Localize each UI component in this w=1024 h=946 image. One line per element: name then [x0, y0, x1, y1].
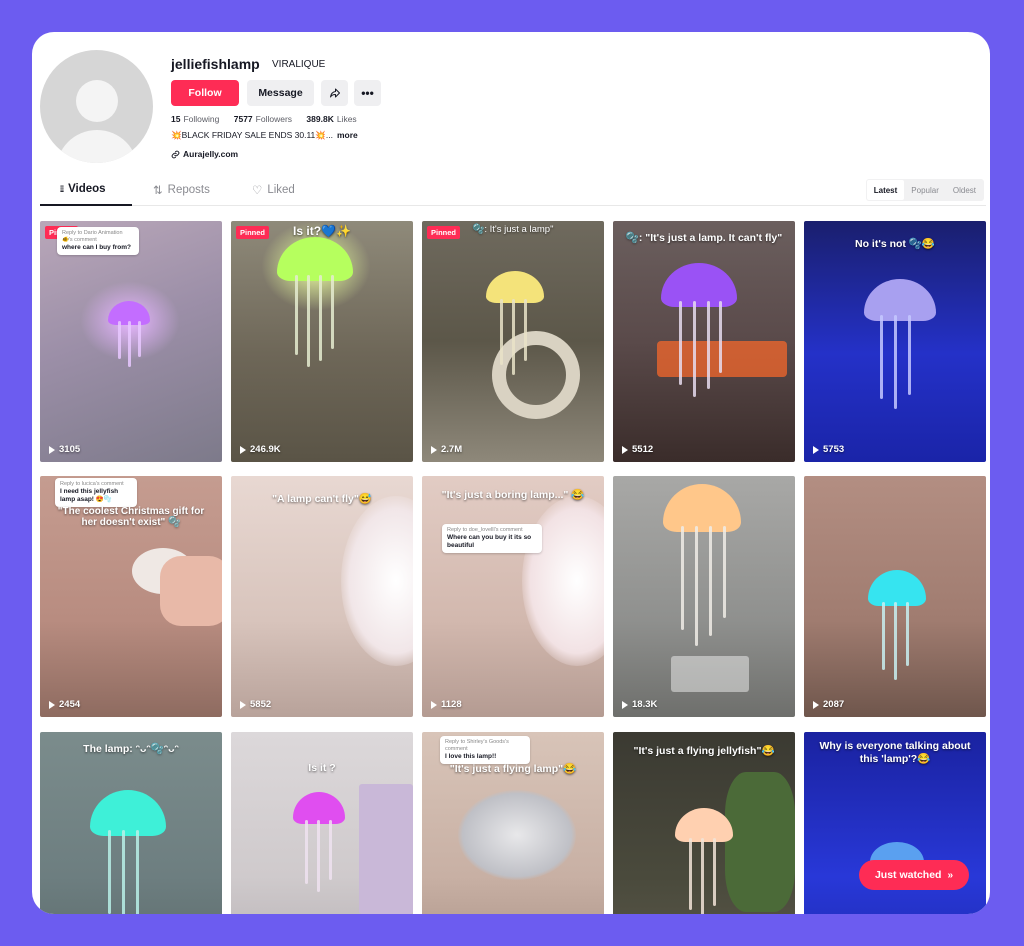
link-icon [171, 150, 180, 158]
followers-count: 7577 [233, 114, 253, 124]
video-caption: The lamp: ᵔᴗᵔ🫧ᵔᴗᵔ [83, 743, 179, 755]
video-caption: "It's just a flying jellyfish"😂 [633, 745, 775, 757]
bio-more-link[interactable]: more [337, 130, 358, 140]
bio-text: 💥BLACK FRIDAY SALE ENDS 30.11💥... [171, 130, 333, 140]
message-button[interactable]: Message [247, 80, 314, 106]
share-button[interactable] [321, 80, 348, 106]
profile-link-text: Aurajelly.com [183, 149, 239, 159]
heart-icon: ♡ [252, 185, 263, 197]
following-label[interactable]: Following [183, 114, 219, 124]
view-count: 18.3K [622, 699, 657, 710]
just-watched-label: Just watched [874, 869, 942, 881]
video-caption: "The coolest Christmas gift for her does… [57, 506, 205, 528]
more-button[interactable]: ••• [354, 80, 381, 106]
sort-latest[interactable]: Latest [866, 180, 905, 200]
play-icon [431, 700, 437, 709]
likes-count: 389.8K [306, 114, 334, 124]
play-icon [622, 700, 628, 709]
video-caption: "It's just a flying lamp"😂 [449, 763, 577, 775]
bio: 💥BLACK FRIDAY SALE ENDS 30.11💥... more [171, 130, 358, 141]
profile-card: jelliefishlamp VIRALIQUE Follow Message … [32, 32, 990, 914]
play-icon [813, 445, 819, 454]
video-tile[interactable]: Reply to Shirley's Goods's comment I love… [422, 732, 604, 914]
video-tile[interactable]: No it's not 🫧😂 5753 [804, 221, 986, 462]
profile-stats: 15 Following 7577 Followers 389.8K Likes [171, 114, 369, 124]
video-tile[interactable]: Reply to lucica's comment I need this jel… [40, 476, 222, 717]
comment-reply-sticker: Reply to Shirley's Goods's comment I love… [440, 736, 530, 764]
view-count: 1128 [431, 699, 462, 710]
tab-reposts[interactable]: ⇅ Reposts [153, 183, 210, 197]
view-count: 246.9K [240, 444, 281, 455]
share-icon [329, 88, 340, 98]
video-tile[interactable]: Is it ? [231, 732, 413, 914]
likes-label: Likes [336, 114, 357, 124]
video-tile[interactable]: 18.3K [613, 476, 795, 717]
view-count: 2087 [813, 699, 844, 710]
video-caption: "It's just a boring lamp..." 😂 [441, 489, 585, 501]
tab-videos-label: Videos [68, 183, 106, 195]
sort-oldest[interactable]: Oldest [946, 180, 983, 200]
video-caption: No it's not 🫧😂 [855, 238, 935, 250]
just-watched-button[interactable]: Just watched » [859, 860, 969, 890]
view-count: 5753 [813, 444, 844, 455]
nickname: VIRALIQUE [272, 59, 326, 70]
play-icon [431, 445, 437, 454]
follow-button[interactable]: Follow [171, 80, 239, 106]
sort-toggle: Latest Popular Oldest [865, 179, 984, 201]
tab-videos[interactable]: ⦙⦙⦙ Videos [60, 183, 106, 195]
play-icon [813, 700, 819, 709]
play-icon [240, 700, 246, 709]
video-tile[interactable]: 2087 [804, 476, 986, 717]
more-icon: ••• [361, 86, 374, 100]
view-count: 3105 [49, 444, 80, 455]
view-count: 2454 [49, 699, 80, 710]
avatar[interactable] [40, 50, 153, 163]
video-tile[interactable]: 🫧: "It's just a lamp. It can't fly" 5512 [613, 221, 795, 462]
followers-label[interactable]: Followers [256, 114, 292, 124]
profile-link[interactable]: Aurajelly.com [171, 149, 238, 159]
video-tile[interactable]: Pinned 🫧: It's just a lamp" 2.7M [422, 221, 604, 462]
tab-liked[interactable]: ♡ Liked [252, 183, 295, 197]
video-caption: Why is everyone talking about this 'lamp… [819, 740, 971, 765]
view-count: 2.7M [431, 444, 462, 455]
tab-liked-label: Liked [267, 184, 295, 196]
video-tile[interactable]: Pinned Is it?💙✨ 246.9K [231, 221, 413, 462]
chevron-down-icon: » [947, 869, 954, 881]
play-icon [49, 445, 55, 454]
video-caption: 🫧: It's just a lamp" [472, 224, 554, 235]
view-count: 5852 [240, 699, 271, 710]
play-icon [49, 700, 55, 709]
view-count: 5512 [622, 444, 653, 455]
video-tile[interactable]: "It's just a boring lamp..." 😂 Reply to … [422, 476, 604, 717]
comment-reply-sticker: Reply to Dario Animation 🐠's comment wher… [57, 227, 139, 255]
videos-grid-icon: ⦙⦙⦙ [60, 183, 64, 194]
video-caption: Is it ? [308, 762, 336, 774]
following-count: 15 [171, 114, 181, 124]
video-caption: "A lamp can't fly"😅 [272, 493, 372, 505]
comment-reply-sticker: Reply to doe_lovelll's comment Where can … [442, 524, 542, 554]
video-tile[interactable]: Pinned Reply to Dario Animation 🐠's comm… [40, 221, 222, 462]
active-tab-indicator [40, 204, 132, 206]
video-caption: 🫧: "It's just a lamp. It can't fly" [625, 232, 783, 244]
video-caption: Is it?💙✨ [293, 224, 351, 238]
video-tile[interactable]: "It's just a flying jellyfish"😂 [613, 732, 795, 914]
play-icon [622, 445, 628, 454]
play-icon [240, 445, 246, 454]
tab-reposts-label: Reposts [167, 184, 210, 196]
comment-reply-sticker: Reply to lucica's comment I need this jel… [55, 478, 137, 508]
profile-tabs: ⦙⦙⦙ Videos ⇅ Reposts ♡ Liked [40, 175, 986, 206]
video-tile[interactable]: The lamp: ᵔᴗᵔ🫧ᵔᴗᵔ [40, 732, 222, 914]
video-tile[interactable]: "A lamp can't fly"😅 5852 [231, 476, 413, 717]
username: jelliefishlamp [171, 56, 260, 72]
sort-popular[interactable]: Popular [904, 180, 946, 200]
repost-icon: ⇅ [153, 185, 163, 197]
